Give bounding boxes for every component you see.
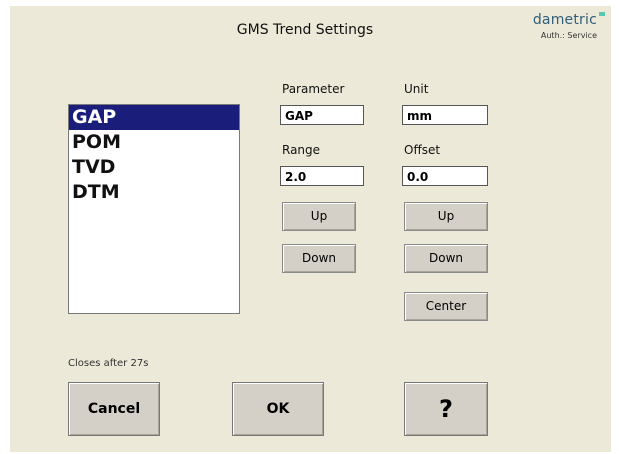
offset-label: Offset bbox=[404, 143, 441, 157]
range-field[interactable]: 2.0 bbox=[280, 166, 364, 186]
settings-dialog: GMS Trend Settings dametric Auth.: Servi… bbox=[10, 6, 611, 452]
range-label: Range bbox=[282, 143, 321, 157]
parameter-label: Parameter bbox=[282, 82, 345, 96]
dialog-title: GMS Trend Settings bbox=[236, 22, 374, 38]
list-item-dtm[interactable]: DTM bbox=[69, 180, 239, 205]
list-item-gap[interactable]: GAP bbox=[69, 105, 239, 130]
auto-close-status: Closes after 27s bbox=[68, 358, 149, 369]
unit-label: Unit bbox=[404, 82, 429, 96]
parameter-field[interactable]: GAP bbox=[280, 105, 364, 125]
brand-mark-icon bbox=[599, 12, 605, 16]
auth-level: Auth.: Service bbox=[540, 31, 597, 40]
center-button[interactable]: Center bbox=[404, 292, 488, 321]
brand-logo: dametric bbox=[532, 12, 605, 28]
cancel-button[interactable]: Cancel bbox=[68, 382, 160, 436]
parameter-list[interactable]: GAP POM TVD DTM bbox=[68, 104, 240, 314]
range-down-button[interactable]: Down bbox=[282, 244, 356, 273]
offset-up-button[interactable]: Up bbox=[404, 202, 488, 231]
help-button[interactable]: ? bbox=[404, 382, 488, 436]
offset-field[interactable]: 0.0 bbox=[402, 166, 488, 186]
list-item-tvd[interactable]: TVD bbox=[69, 155, 239, 180]
brand-name: dametric bbox=[532, 12, 597, 28]
ok-button[interactable]: OK bbox=[232, 382, 324, 436]
offset-down-button[interactable]: Down bbox=[404, 244, 488, 273]
unit-field[interactable]: mm bbox=[402, 105, 488, 125]
brand-block: dametric Auth.: Service bbox=[532, 12, 605, 40]
list-item-pom[interactable]: POM bbox=[69, 130, 239, 155]
range-up-button[interactable]: Up bbox=[282, 202, 356, 231]
